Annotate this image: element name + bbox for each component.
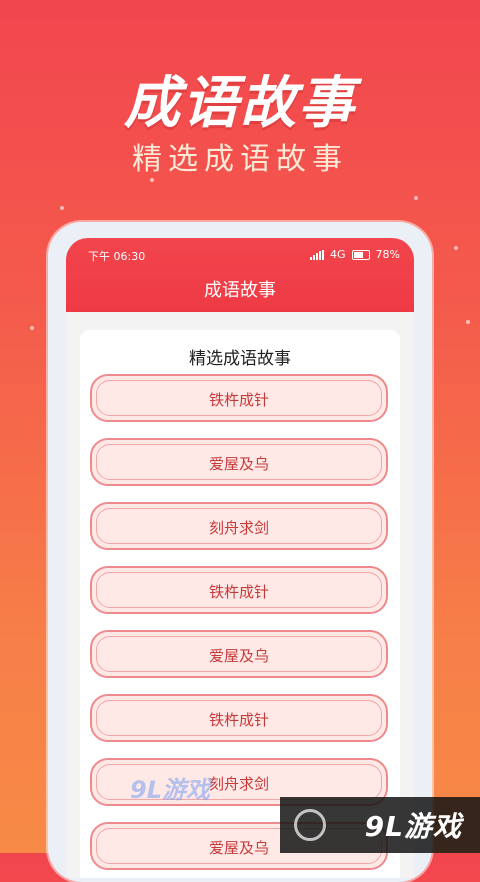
- background-sparkle: [150, 178, 154, 182]
- background-sparkle: [60, 206, 64, 210]
- background-sparkle: [414, 196, 418, 200]
- story-item-button[interactable]: 铁杵成针: [90, 374, 388, 422]
- status-bar: 下午 06:30 4G 78%: [66, 246, 414, 264]
- network-label: 4G: [330, 248, 346, 261]
- story-item-button[interactable]: 铁杵成针: [90, 566, 388, 614]
- app-header: 下午 06:30 4G 78% 成语故事: [66, 238, 414, 312]
- story-item-label: 爱屋及乌: [208, 455, 269, 473]
- story-item-button[interactable]: 铁杵成针: [90, 694, 388, 742]
- story-item-label: 铁杵成针: [208, 711, 269, 729]
- app-title: 成语故事: [204, 280, 276, 301]
- battery-icon: [351, 249, 370, 260]
- story-item-label: 铁杵成针: [208, 583, 269, 601]
- phone-screen: 下午 06:30 4G 78% 成语故事 精选成语故事 铁杵成针 爱屋及乌 刻舟…: [66, 238, 414, 878]
- signal-icon: [310, 249, 325, 260]
- story-item-button[interactable]: 刻舟求剑: [90, 502, 388, 550]
- background-sparkle: [30, 326, 34, 330]
- story-list-card: 精选成语故事 铁杵成针 爱屋及乌 刻舟求剑 铁杵成针 爱屋及乌 铁杵成针 刻舟求…: [80, 330, 400, 878]
- status-time: 下午 06:30: [88, 250, 146, 263]
- list-heading: 精选成语故事: [189, 349, 291, 369]
- promo-subtitle: 精选成语故事: [132, 142, 348, 177]
- story-item-button[interactable]: 爱屋及乌: [90, 438, 388, 486]
- watermark-logo-right: 9L游戏: [364, 810, 462, 843]
- battery-label: 78%: [375, 248, 400, 261]
- background-sparkle: [454, 246, 458, 250]
- story-item-button[interactable]: 爱屋及乌: [90, 630, 388, 678]
- promo-title: 成语故事: [124, 71, 356, 136]
- watermark-logo-left: 9L游戏: [130, 776, 210, 804]
- background-sparkle: [466, 320, 470, 324]
- story-item-label: 刻舟求剑: [208, 519, 269, 537]
- watermark-banner: 9L游戏: [280, 797, 480, 853]
- status-right: 4G 78%: [310, 248, 400, 261]
- story-item-label: 铁杵成针: [208, 391, 269, 409]
- story-item-label: 爱屋及乌: [208, 647, 269, 665]
- watermark-circle-icon: [294, 809, 326, 841]
